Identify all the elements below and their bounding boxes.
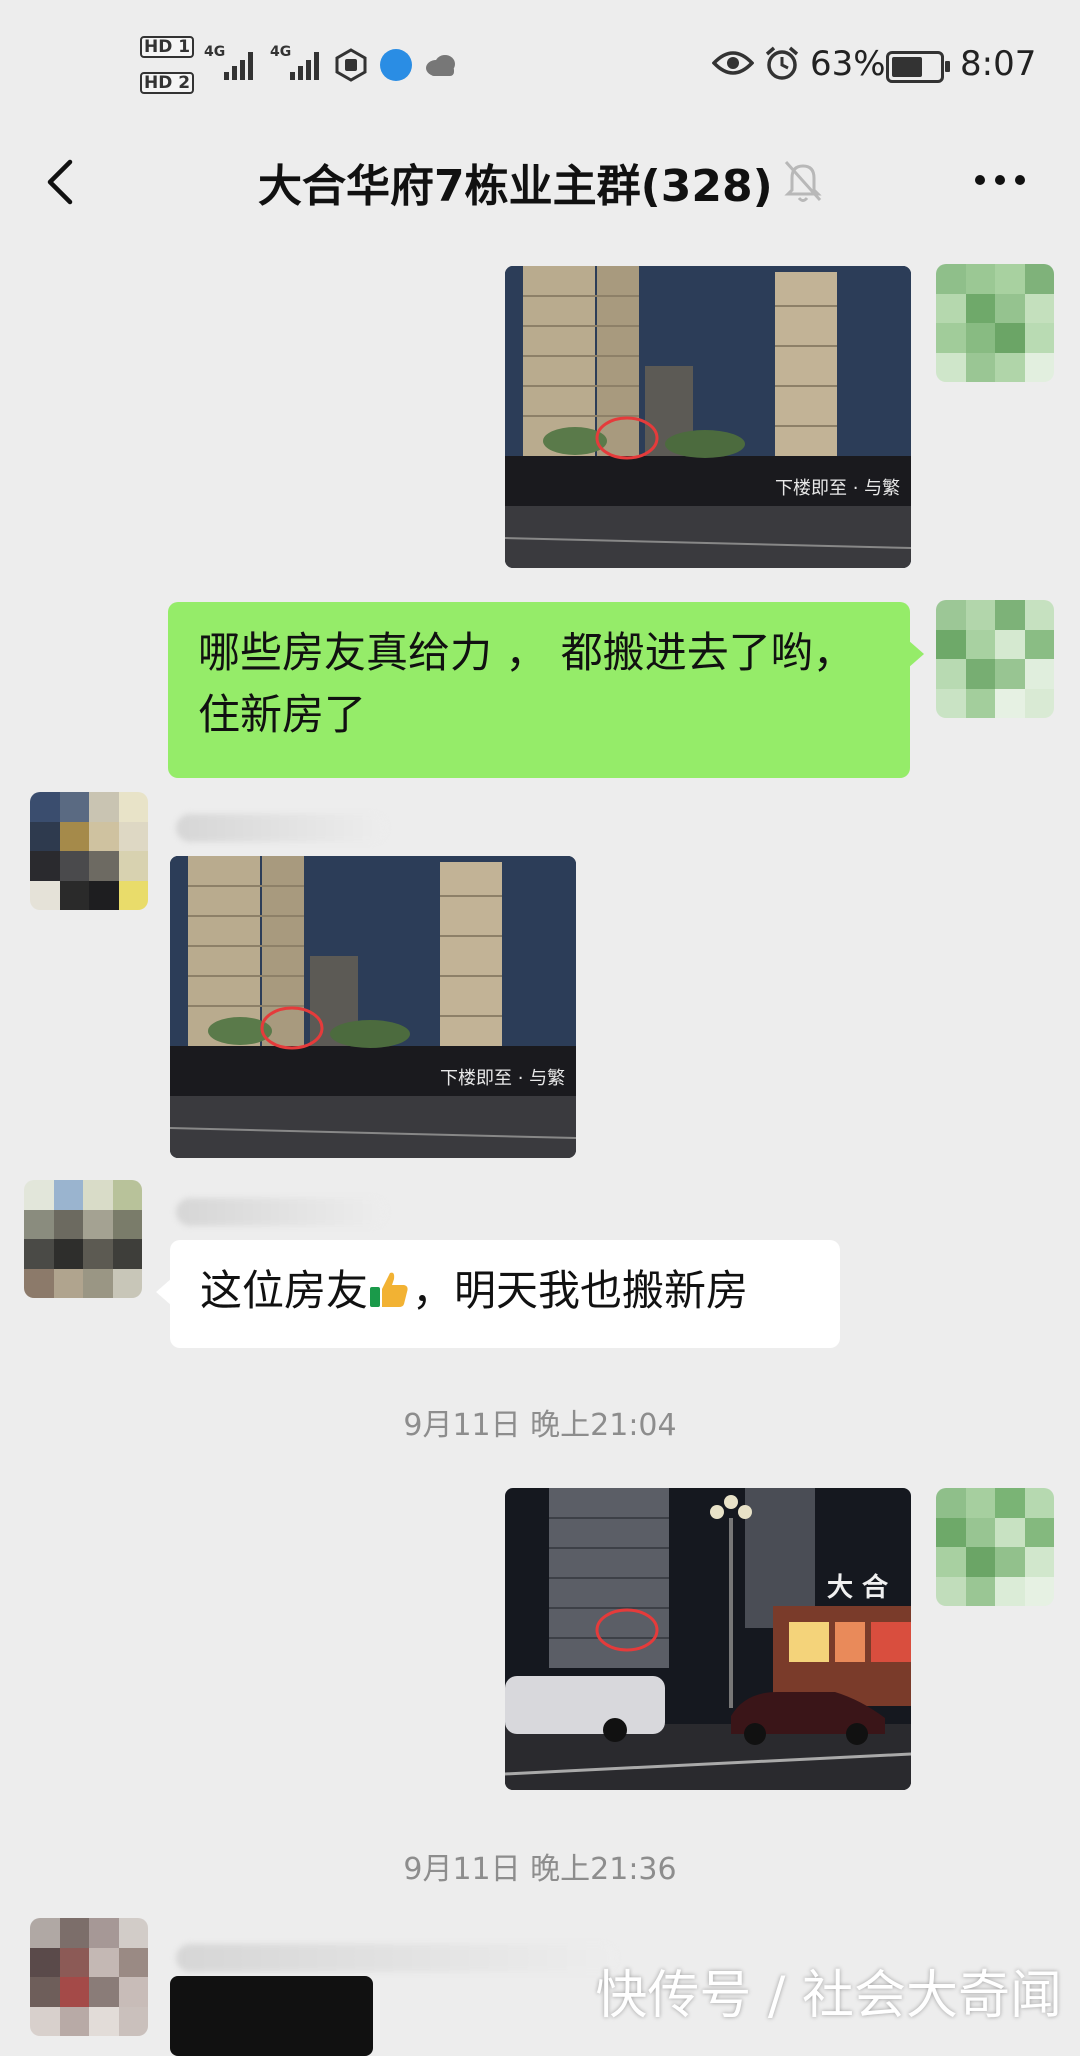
globe-icon [380,49,412,81]
bell-muted-icon [780,156,826,206]
hand-icon [334,48,368,86]
chat-title: 大合华府7栋业主群(328) [258,161,773,212]
avatar[interactable] [936,1488,1054,1606]
signal-icon-2 [290,48,319,80]
sim2-badge: HD 2 [140,72,195,94]
battery-icon [886,51,950,83]
sender-name-blurred [176,814,386,842]
message-bubble[interactable]: 这位房友 ，明天我也搬新房 [156,1240,840,1348]
alarm-icon [764,46,800,86]
watermark: 快传号 / 社会大奇闻 [595,1966,1062,2026]
message-text-part: 这位房友 [200,1266,369,1315]
timestamp: 9月11日 晚上21:04 [403,1408,677,1443]
thumbs-up-emoji [368,1266,412,1310]
photo-sign-text: 下楼即至 · 与繁 [775,478,900,499]
more-dots-icon [975,175,1025,185]
photo-sign-text: 下楼即至 · 与繁 [440,1068,565,1089]
chat-image-partial[interactable] [170,1976,373,2056]
chat-image[interactable]: 下楼即至 · 与繁 [505,266,911,568]
back-button[interactable] [38,152,88,212]
more-button[interactable] [970,160,1030,200]
message-text: 哪些房友真给力 ， 都搬进去了哟，住新房了 [198,628,855,739]
clock: 8:07 [960,44,1037,84]
avatar[interactable] [30,1918,148,2036]
network-type-1: 4G [204,44,226,60]
message-text-part: ，明天我也搬新房 [412,1266,749,1315]
timestamp: 9月11日 晚上21:36 [403,1852,677,1887]
eye-icon [711,48,755,82]
avatar[interactable] [30,792,148,910]
chat-header: 大合华府7栋业主群(328) [0,130,1080,240]
avatar[interactable] [936,264,1054,382]
avatar[interactable] [936,600,1054,718]
cloud-icon [424,54,458,80]
photo-sign-text: 大 合 [827,1572,889,1603]
chevron-left-icon [47,159,73,205]
network-type-2: 4G [270,44,292,60]
sender-name-blurred [176,1944,616,1972]
sender-name-blurred [176,1198,386,1226]
signal-icon [224,48,253,80]
status-bar: HD 1 HD 2 4G 4G 63% 8:07 [0,0,1080,130]
chat-image[interactable]: 大 合 [505,1488,911,1790]
battery-percent: 63% [810,44,886,84]
sim1-badge: HD 1 [140,36,195,58]
message-bubble[interactable]: 哪些房友真给力 ， 都搬进去了哟，住新房了 [168,602,924,778]
chat-image[interactable]: 下楼即至 · 与繁 [170,856,576,1158]
avatar[interactable] [24,1180,142,1298]
